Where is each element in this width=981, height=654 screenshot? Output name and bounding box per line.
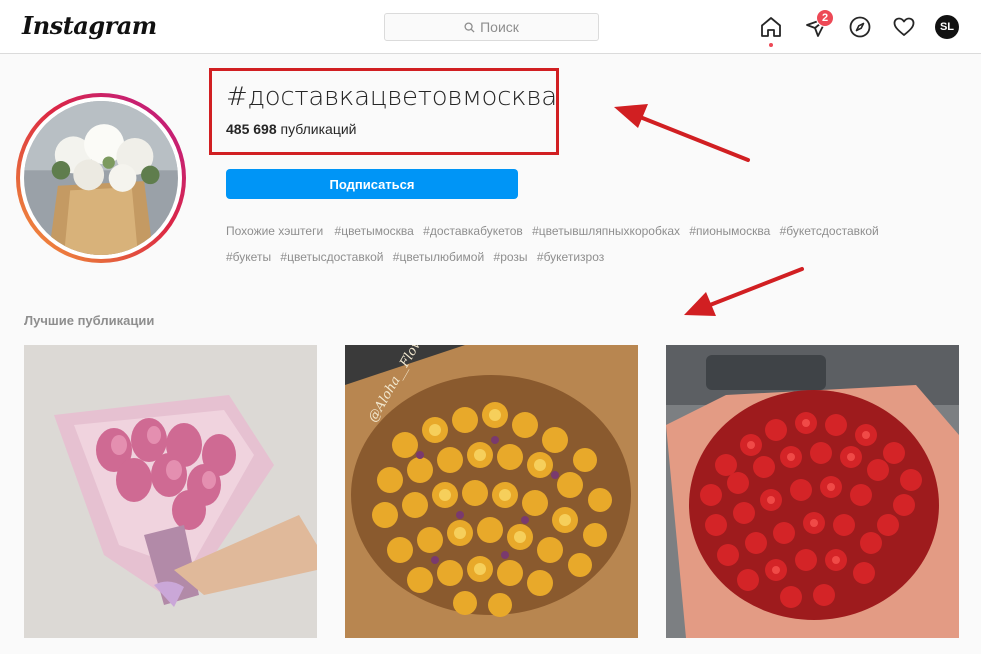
search-placeholder: Поиск bbox=[480, 19, 519, 35]
top-posts-title: Лучшие публикации bbox=[24, 313, 155, 328]
white-peonies-bouquet-image bbox=[24, 101, 178, 255]
home-icon[interactable] bbox=[758, 14, 784, 40]
activity-icon[interactable] bbox=[891, 14, 917, 40]
annotation-arrow-top bbox=[614, 104, 750, 162]
top-navigation-bar: Instagram Поиск 2 SL bbox=[0, 0, 981, 54]
hashtag-avatar bbox=[16, 93, 186, 263]
related-hashtag-link[interactable]: #букеты bbox=[226, 250, 271, 264]
related-hashtag-link[interactable]: #цветысдоставкой bbox=[280, 250, 383, 264]
related-hashtags-label: Похожие хэштеги bbox=[226, 224, 324, 238]
post-tile-red-roses[interactable] bbox=[666, 345, 959, 638]
pink-tulips-image bbox=[24, 345, 317, 638]
annotation-highlight-box bbox=[209, 68, 559, 155]
post-tile-yellow-roses[interactable]: @Aloha__Flowers bbox=[345, 345, 638, 638]
search-icon bbox=[464, 21, 475, 33]
related-hashtag-link[interactable]: #розы bbox=[494, 250, 528, 264]
home-active-indicator bbox=[769, 43, 773, 47]
instagram-logo[interactable]: Instagram bbox=[22, 11, 157, 40]
search-input[interactable]: Поиск bbox=[384, 13, 599, 41]
explore-icon[interactable] bbox=[847, 14, 873, 40]
related-hashtag-link[interactable]: #цветымосква bbox=[335, 224, 414, 238]
annotation-arrow-bottom bbox=[684, 267, 804, 316]
related-hashtag-link[interactable]: #цветывшляпныхкоробках bbox=[532, 224, 680, 238]
notification-badge: 2 bbox=[816, 9, 834, 27]
follow-button[interactable]: Подписаться bbox=[226, 169, 518, 199]
yellow-roses-image: @Aloha__Flowers bbox=[345, 345, 638, 638]
post-tile-pink-tulips[interactable] bbox=[24, 345, 317, 638]
related-hashtag-link[interactable]: #букетсдоставкой bbox=[780, 224, 879, 238]
related-hashtag-link[interactable]: #цветылюбимой bbox=[393, 250, 484, 264]
related-hashtag-link[interactable]: #доставкабукетов bbox=[423, 224, 523, 238]
related-hashtag-link[interactable]: #пионымосква bbox=[689, 224, 770, 238]
related-hashtags: Похожие хэштеги #цветымосква #доставкабу… bbox=[226, 218, 946, 270]
user-avatar[interactable]: SL bbox=[935, 15, 959, 39]
red-roses-image bbox=[666, 345, 959, 638]
related-hashtag-link[interactable]: #букетизроз bbox=[537, 250, 604, 264]
